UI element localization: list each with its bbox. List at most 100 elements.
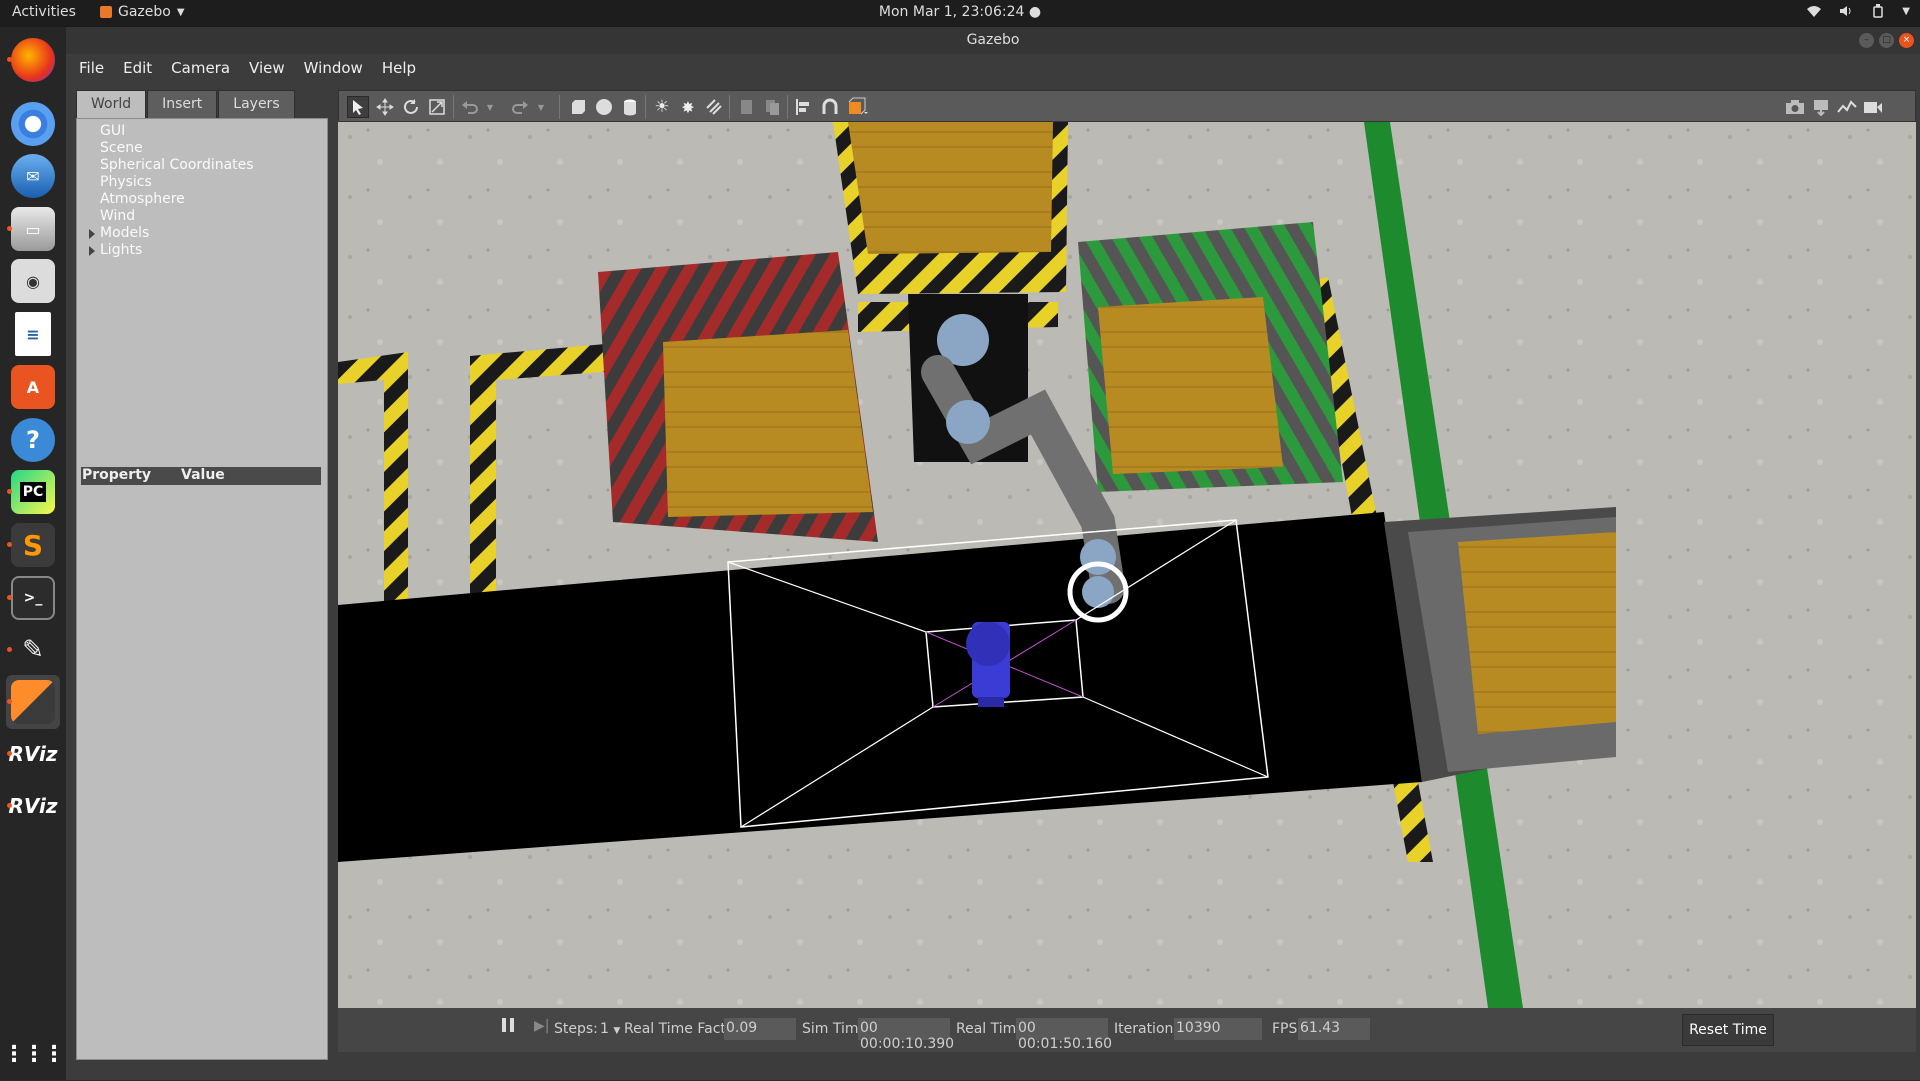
spot-light-button[interactable]: ✸	[677, 96, 699, 118]
undo-history-dropdown[interactable]: ▼	[484, 96, 496, 118]
app-menu-label: Gazebo	[118, 4, 171, 20]
dock-rviz[interactable]: RViz	[6, 727, 60, 781]
dock-chromium[interactable]	[6, 97, 60, 151]
dock-writer[interactable]: ≡	[6, 307, 60, 361]
tree-item-wind[interactable]: Wind	[100, 208, 135, 224]
undo-button[interactable]	[459, 96, 481, 118]
tree-item-models[interactable]: Models	[89, 225, 149, 241]
tab-layers[interactable]: Layers	[218, 90, 295, 118]
dock-sublime[interactable]: S	[6, 518, 60, 572]
tab-world[interactable]: World	[76, 90, 147, 118]
tree-item-lights-label: Lights	[100, 242, 143, 258]
scale-mode-button[interactable]	[426, 96, 448, 118]
log-data-button[interactable]	[1810, 96, 1832, 118]
menu-view[interactable]: View	[249, 59, 285, 77]
chevron-down-icon: ▼	[486, 102, 494, 112]
dock-app-grid[interactable]: ⋮⋮⋮	[3, 1027, 65, 1081]
cylinder-icon	[624, 99, 636, 116]
menu-bar: File Edit Camera View Window Help	[66, 54, 1920, 82]
step-button[interactable]: ▶|	[534, 1018, 549, 1034]
menu-file[interactable]: File	[79, 59, 104, 77]
directional-light-icon	[706, 99, 722, 115]
view-angle-button[interactable]	[847, 96, 869, 118]
tree-item-atmosphere[interactable]: Atmosphere	[100, 191, 185, 207]
window-body: World Insert Layers GUI Scene Spherical …	[66, 82, 1920, 1080]
tree-item-spherical-coordinates[interactable]: Spherical Coordinates	[100, 157, 254, 173]
redo-history-dropdown[interactable]: ▼	[535, 96, 547, 118]
gimp-icon: ✎	[22, 635, 44, 665]
dock-gazebo[interactable]	[6, 675, 60, 729]
dock-help[interactable]: ?	[6, 413, 60, 467]
dock-rhythmbox[interactable]: ◉	[6, 254, 60, 308]
value-column-header: Value	[181, 467, 225, 483]
point-light-button[interactable]: ☀	[651, 96, 673, 118]
app-menu[interactable]: Gazebo ▼	[100, 4, 185, 20]
sun-icon: ☀	[654, 97, 670, 117]
directional-light-button[interactable]	[703, 96, 725, 118]
maximize-button[interactable]: □	[1879, 33, 1894, 48]
chromium-icon	[11, 102, 55, 146]
menu-help[interactable]: Help	[382, 59, 416, 77]
dock-gimp[interactable]: ✎	[6, 623, 60, 677]
tree-item-gui[interactable]: GUI	[100, 123, 125, 139]
paste-button[interactable]	[761, 96, 783, 118]
pause-button[interactable]	[502, 1018, 514, 1036]
dock-files[interactable]: ▭	[6, 202, 60, 256]
clock-text: Mon Mar 1, 23:06:24	[878, 4, 1025, 20]
dock-terminal[interactable]: >_	[6, 571, 60, 625]
expand-arrow-icon[interactable]	[89, 229, 95, 239]
left-panel: World Insert Layers GUI Scene Spherical …	[76, 90, 328, 1070]
camera-icon	[1786, 100, 1804, 114]
dock-software[interactable]: A	[6, 360, 60, 414]
reset-time-button[interactable]: Reset Time	[1682, 1014, 1774, 1046]
tree-item-scene[interactable]: Scene	[100, 140, 143, 156]
close-button[interactable]: ×	[1899, 33, 1914, 48]
spotlight-icon: ✸	[681, 97, 695, 117]
step-icon: ▶|	[534, 1018, 550, 1034]
expand-arrow-icon[interactable]	[89, 246, 95, 256]
undo-icon	[462, 101, 478, 114]
activities-button[interactable]: Activities	[12, 4, 76, 20]
dock-thunderbird[interactable]: ✉	[6, 149, 60, 203]
redo-button[interactable]	[509, 96, 531, 118]
chevron-down-icon: ▼	[1902, 5, 1910, 17]
plot-button[interactable]	[1836, 96, 1858, 118]
rotate-mode-button[interactable]	[400, 96, 422, 118]
paste-icon	[766, 100, 779, 115]
box-icon	[572, 100, 585, 114]
translate-mode-button[interactable]	[374, 96, 396, 118]
arrow-pointer-icon	[353, 100, 363, 115]
system-tray[interactable]: ▼	[1806, 3, 1910, 19]
dock-firefox[interactable]	[6, 33, 60, 87]
window-title: Gazebo	[966, 32, 1020, 48]
align-button[interactable]	[793, 96, 815, 118]
screenshot-button[interactable]	[1784, 96, 1806, 118]
3d-viewport[interactable]	[338, 122, 1916, 1008]
minimize-button[interactable]: –	[1859, 33, 1874, 48]
box-shape-button[interactable]	[567, 96, 589, 118]
menu-camera[interactable]: Camera	[171, 59, 230, 77]
cylinder-shape-button[interactable]	[619, 96, 641, 118]
gazebo-icon	[11, 680, 55, 724]
app-grid-icon: ⋮⋮⋮	[3, 1041, 65, 1067]
firefox-icon	[11, 38, 55, 82]
help-icon: ?	[11, 418, 55, 462]
dock: ✉ ▭ ◉ ≡ A ? PC S >_ ✎ RViz RViz ⋮⋮⋮	[0, 27, 66, 1080]
tree-item-physics[interactable]: Physics	[100, 174, 152, 190]
window-titlebar[interactable]: Gazebo – □ ×	[66, 27, 1920, 54]
video-record-button[interactable]	[1862, 96, 1884, 118]
select-mode-button[interactable]	[347, 96, 369, 118]
clock[interactable]: Mon Mar 1, 23:06:24 ●	[879, 4, 1041, 20]
snap-button[interactable]	[819, 96, 841, 118]
menu-edit[interactable]: Edit	[123, 59, 152, 77]
steps-value[interactable]: 1 ▼	[600, 1021, 620, 1037]
sphere-shape-button[interactable]	[593, 96, 615, 118]
tab-insert[interactable]: Insert	[147, 90, 218, 118]
copy-button[interactable]	[735, 96, 757, 118]
redo-icon	[512, 101, 528, 114]
menu-window[interactable]: Window	[304, 59, 363, 77]
dock-pycharm[interactable]: PC	[6, 465, 60, 519]
dock-rviz-2[interactable]: RViz	[6, 779, 60, 833]
rtf-value: 0.09	[724, 1018, 796, 1040]
tree-item-lights[interactable]: Lights	[89, 242, 143, 258]
